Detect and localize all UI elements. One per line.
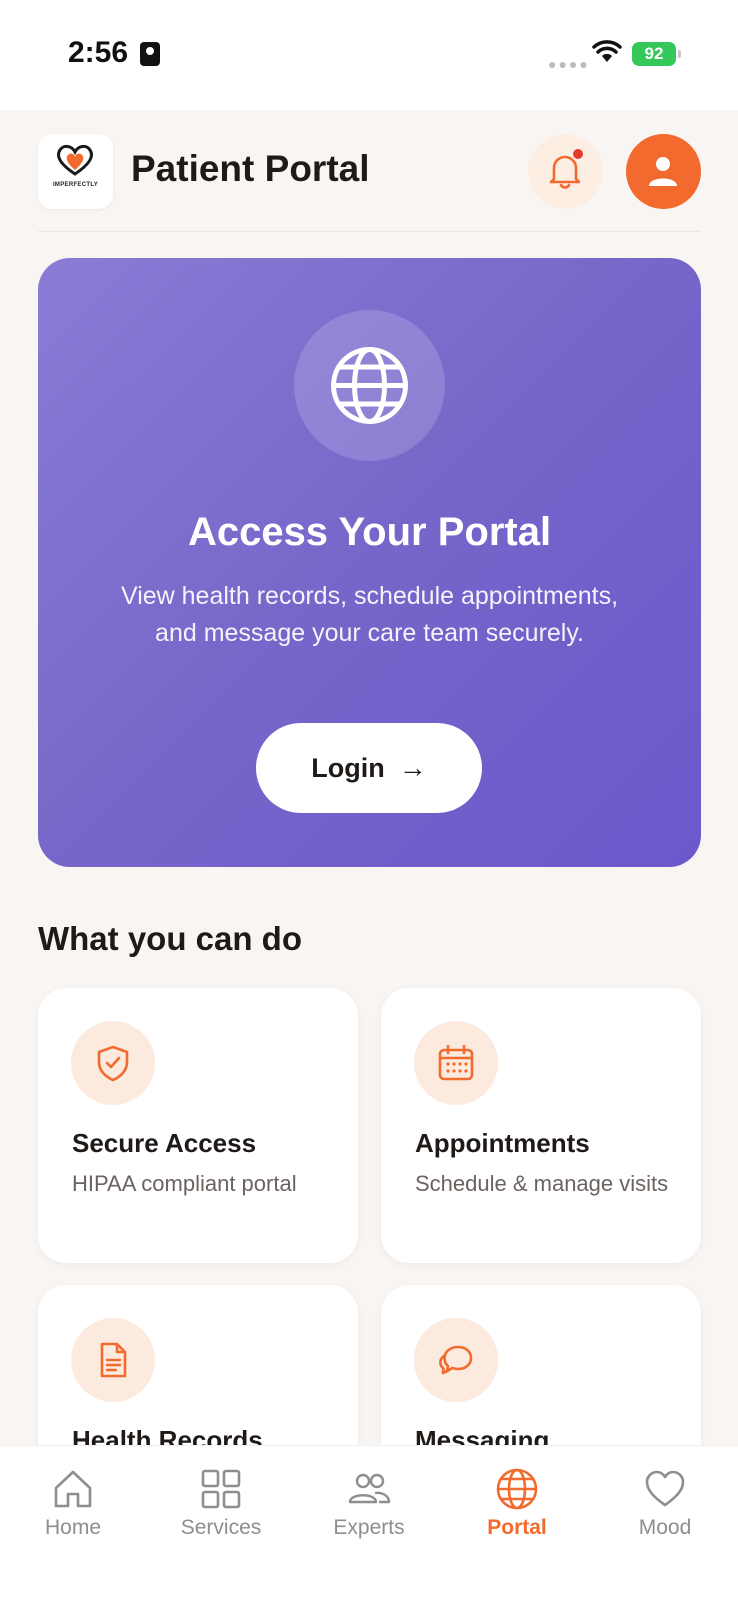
portal-hero-card: Access Your Portal View health records, …: [38, 258, 701, 867]
grid-icon: [201, 1469, 241, 1509]
globe-icon: [496, 1468, 538, 1510]
hero-description: View health records, schedule appointmen…: [120, 582, 619, 647]
login-label: Login: [311, 752, 385, 783]
battery-indicator: 92: [632, 42, 681, 66]
card-title: Appointments: [415, 1128, 590, 1158]
app-header: IMPERFECTLY Patient Portal: [0, 110, 738, 232]
tab-label: Home: [44, 1516, 102, 1539]
tab-label: Experts: [333, 1516, 405, 1539]
page: IMPERFECTLY Patient Portal Access Your P…: [0, 110, 738, 1445]
tab-home[interactable]: Home: [13, 1466, 133, 1546]
user-icon: [649, 157, 677, 186]
tab-mood[interactable]: Mood: [605, 1466, 725, 1546]
logo-text: IMPERFECTLY: [52, 182, 99, 188]
notifications-button[interactable]: [528, 134, 603, 209]
tab-services[interactable]: Services: [161, 1466, 281, 1546]
heart-icon: [645, 1470, 685, 1507]
chat-icon: [439, 1345, 473, 1375]
shield-check-icon: [97, 1045, 129, 1082]
wifi-icon: [592, 40, 622, 62]
home-icon: [54, 1470, 92, 1508]
card-title: Messaging: [415, 1425, 550, 1445]
card-description: Schedule & manage visits: [415, 1171, 669, 1196]
feature-card-health-records[interactable]: Health Records: [38, 1285, 358, 1445]
contact-card-icon: [140, 42, 160, 66]
app-logo: IMPERFECTLY: [38, 134, 113, 209]
page-title: Patient Portal: [131, 148, 370, 189]
feature-card-appointments[interactable]: Appointments Schedule & manage visits: [381, 988, 701, 1263]
feature-card-messaging[interactable]: Messaging: [381, 1285, 701, 1445]
status-bar: 2:56 ●●●● 92: [0, 0, 738, 110]
card-title: Health Records: [72, 1425, 263, 1445]
tab-label: Services: [180, 1516, 262, 1539]
card-title: Secure Access: [72, 1128, 257, 1158]
arrow-right-icon: →: [398, 752, 427, 783]
hero-icon-circle: [294, 310, 445, 461]
heart-logo-icon: [57, 144, 93, 176]
signal-icon: ●●●●: [548, 56, 590, 72]
hero-title: Access Your Portal: [187, 510, 552, 554]
tab-portal[interactable]: Portal: [457, 1466, 577, 1546]
login-button[interactable]: Login →: [256, 723, 482, 813]
tab-label: Portal: [487, 1516, 547, 1539]
profile-button[interactable]: [626, 134, 701, 209]
bottom-tab-bar: Home Services Experts Portal Mood: [0, 1445, 738, 1600]
globe-icon: [331, 347, 408, 424]
people-icon: [348, 1473, 391, 1504]
tab-label: Mood: [638, 1516, 692, 1539]
section-title: What you can do: [38, 920, 302, 957]
status-time: 2:56: [68, 36, 129, 69]
card-description: HIPAA compliant portal: [72, 1171, 297, 1196]
feature-card-secure-access[interactable]: Secure Access HIPAA compliant portal: [38, 988, 358, 1263]
notification-badge: [571, 147, 585, 161]
document-icon: [100, 1342, 127, 1378]
tab-experts[interactable]: Experts: [309, 1466, 429, 1546]
calendar-icon: [438, 1044, 474, 1081]
header-divider: [38, 231, 701, 232]
